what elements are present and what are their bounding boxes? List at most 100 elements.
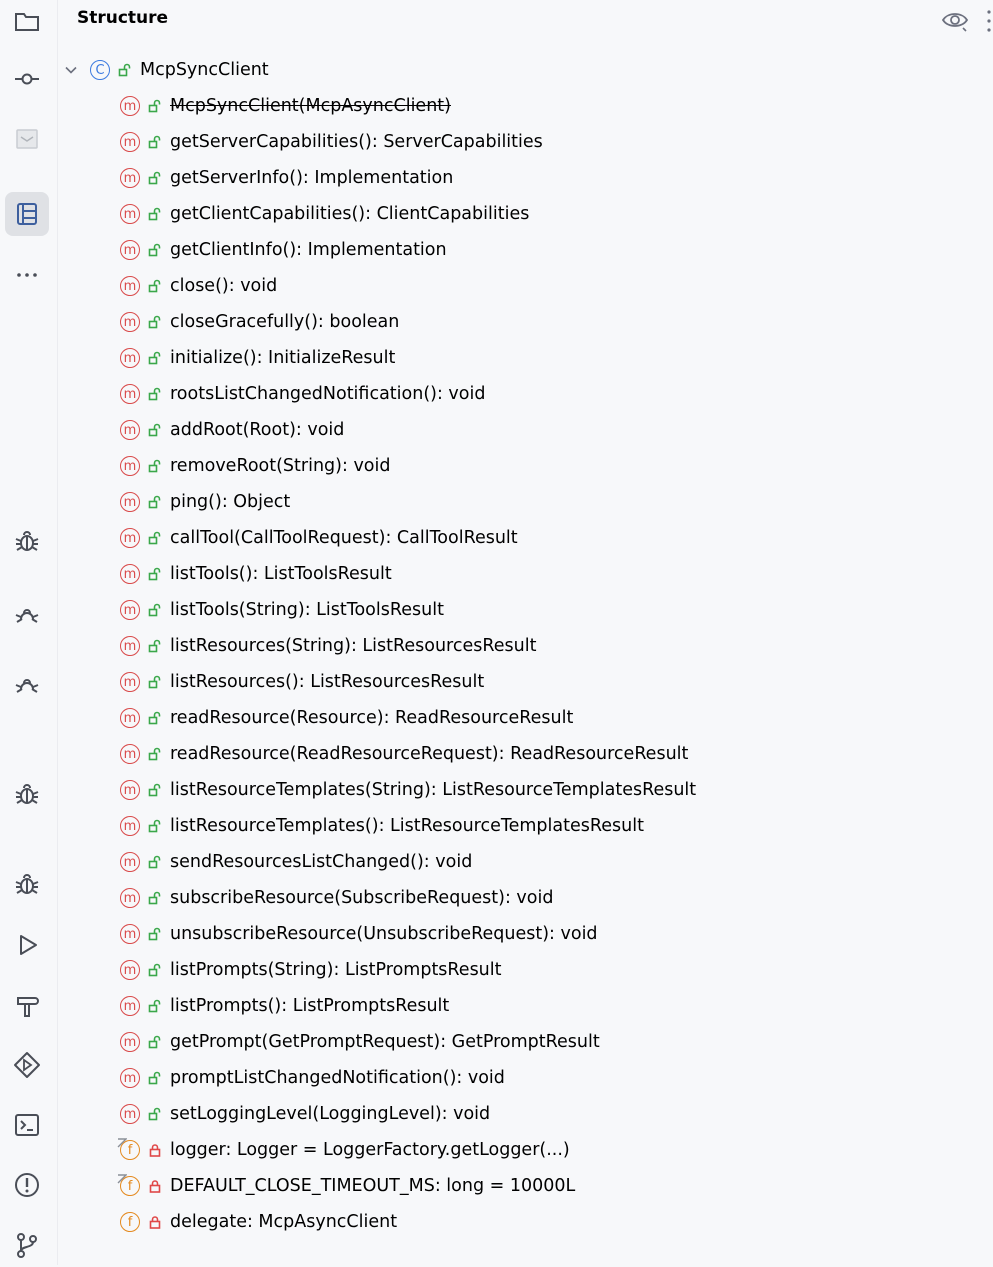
tree-node-method[interactable]: m listPrompts(String): ListPromptsResult <box>120 952 502 988</box>
method-icon: m <box>120 852 140 872</box>
problems-button[interactable] <box>5 1163 49 1207</box>
method-icon: m <box>120 996 140 1016</box>
bug-half-icon <box>15 679 39 693</box>
tree-node-label: McpSyncClient <box>140 60 269 80</box>
tree-node-method[interactable]: m listTools(): ListToolsResult <box>120 556 392 592</box>
tree-node-label: initialize(): InitializeResult <box>170 348 396 368</box>
public-unlock-icon <box>148 783 161 797</box>
method-icon: m <box>120 816 140 836</box>
services-button[interactable] <box>5 1043 49 1087</box>
tree-node-method[interactable]: m listResourceTemplates(): ListResourceTe… <box>120 808 644 844</box>
tree-node-method[interactable]: m getClientInfo(): Implementation <box>120 232 447 268</box>
tree-node-method[interactable]: m listPrompts(): ListPromptsResult <box>120 988 449 1024</box>
tree-node-label: unsubscribeResource(UnsubscribeRequest):… <box>170 924 598 944</box>
tree-node-label: DEFAULT_CLOSE_TIMEOUT_MS: long = 10000L <box>170 1176 576 1196</box>
tree-node-label: listResourceTemplates(): ListResourceTem… <box>170 816 644 836</box>
terminal-button[interactable] <box>5 1103 49 1147</box>
public-unlock-icon <box>148 891 161 905</box>
structure-button[interactable] <box>5 192 49 236</box>
static-field-icon: f <box>117 1174 140 1196</box>
public-unlock-icon <box>148 351 161 365</box>
tree-node-method[interactable]: m addRoot(Root): void <box>120 412 344 448</box>
kebab-icon[interactable] <box>986 8 992 34</box>
terminal-icon <box>15 1114 39 1136</box>
tree-node-label: listResourceTemplates(String): ListResou… <box>170 780 697 800</box>
method-icon: m <box>120 528 140 548</box>
public-unlock-icon <box>148 855 161 869</box>
tree-node-method[interactable]: m getServerCapabilities(): ServerCapabili… <box>120 124 543 160</box>
tree-node-method[interactable]: m removeRoot(String): void <box>120 448 390 484</box>
eye-icon[interactable] <box>941 8 969 32</box>
tree-node-label: getServerInfo(): Implementation <box>170 168 454 188</box>
tree-node-label: McpSyncClient(McpAsyncClient) <box>170 96 451 116</box>
tree-node-method[interactable]: m getClientCapabilities(): ClientCapabili… <box>120 196 529 232</box>
tree-node-method[interactable]: m getServerInfo(): Implementation <box>120 160 453 196</box>
tree-node-method[interactable]: m initialize(): InitializeResult <box>120 340 395 376</box>
git-branch-button[interactable] <box>5 1223 49 1267</box>
tree-node-label: closeGracefully(): boolean <box>170 312 400 332</box>
tree-node-method[interactable]: m listResources(String): ListResourcesRes… <box>120 628 536 664</box>
tree-node-method[interactable]: m listTools(String): ListToolsResult <box>120 592 444 628</box>
method-icon: m <box>120 240 140 260</box>
method-icon: m <box>120 1104 140 1124</box>
tree-node-label: rootsListChangedNotification(): void <box>170 384 486 404</box>
tree-node-class[interactable]: C McpSyncClient <box>64 52 269 88</box>
chevron-down-icon[interactable] <box>64 63 78 77</box>
bug-button[interactable] <box>5 773 49 817</box>
tree-node-method[interactable]: m rootsListChangedNotification(): void <box>120 376 485 412</box>
public-unlock-icon <box>148 423 161 437</box>
tree-node-label: getClientInfo(): Implementation <box>170 240 447 260</box>
method-icon: m <box>120 492 140 512</box>
method-icon: m <box>120 1068 140 1088</box>
tree-node-field[interactable]: f delegate: McpAsyncClient <box>120 1204 397 1240</box>
public-unlock-icon <box>148 639 161 653</box>
run-button[interactable] <box>5 923 49 967</box>
tree-node-label: listResources(String): ListResourcesResu… <box>170 636 537 656</box>
tree-node-label: readResource(Resource): ReadResourceResu… <box>170 708 574 728</box>
tree-node-label: callTool(CallToolRequest): CallToolResul… <box>170 528 518 548</box>
tree-node-label: listTools(String): ListToolsResult <box>170 600 444 620</box>
method-icon: m <box>120 672 140 692</box>
method-icon: m <box>120 924 140 944</box>
tree-node-method[interactable]: m callTool(CallToolRequest): CallToolResu… <box>120 520 518 556</box>
folder-button[interactable] <box>5 0 49 44</box>
public-unlock-icon <box>148 135 161 149</box>
tree-node-method[interactable]: m unsubscribeResource(UnsubscribeRequest)… <box>120 916 598 952</box>
tree-node-method[interactable]: m readResource(ReadResourceRequest): Read… <box>120 736 688 772</box>
method-icon: m <box>120 276 140 296</box>
method-icon: m <box>120 960 140 980</box>
tree-node-method[interactable]: m close(): void <box>120 268 277 304</box>
bug-button[interactable] <box>5 520 49 564</box>
bug-half-button[interactable] <box>5 592 49 636</box>
bug-button[interactable] <box>5 863 49 907</box>
tree-node-method[interactable]: m getPrompt(GetPromptRequest): GetPromptR… <box>120 1024 600 1060</box>
tree-node-method[interactable]: m listResourceTemplates(String): ListReso… <box>120 772 696 808</box>
tree-node-method[interactable]: m readResource(Resource): ReadResourceRes… <box>120 700 573 736</box>
method-icon: m <box>120 564 140 584</box>
method-icon: m <box>120 888 140 908</box>
tree-node-method[interactable]: m subscribeResource(SubscribeRequest): vo… <box>120 880 553 916</box>
commit-button[interactable] <box>5 57 49 101</box>
tree-node-method[interactable]: m McpSyncClient(McpAsyncClient) <box>120 88 451 124</box>
tree-node-method[interactable]: m listResources(): ListResourcesResult <box>120 664 484 700</box>
tree-node-method[interactable]: m ping(): Object <box>120 484 290 520</box>
image-button[interactable] <box>5 117 49 161</box>
tree-node-label: listResources(): ListResourcesResult <box>170 672 485 692</box>
bug-icon <box>15 874 39 894</box>
tree-node-method[interactable]: m sendResourcesListChanged(): void <box>120 844 472 880</box>
hammer-button[interactable] <box>5 983 49 1027</box>
public-unlock-icon <box>148 927 161 941</box>
tree-node-method[interactable]: m setLoggingLevel(LoggingLevel): void <box>120 1096 490 1132</box>
method-icon: m <box>120 708 140 728</box>
public-unlock-icon <box>118 63 131 77</box>
public-unlock-icon <box>148 387 161 401</box>
more-horizontal-button[interactable] <box>5 253 49 297</box>
tree-node-field[interactable]: f DEFAULT_CLOSE_TIMEOUT_MS: long = 10000L <box>117 1168 576 1204</box>
public-unlock-icon <box>148 459 161 473</box>
tree-node-method[interactable]: m closeGracefully(): boolean <box>120 304 399 340</box>
static-marker-icon <box>117 1174 127 1184</box>
method-icon: m <box>120 600 140 620</box>
bug-half-button[interactable] <box>5 662 49 706</box>
tree-node-method[interactable]: m promptListChangedNotification(): void <box>120 1060 505 1096</box>
tree-node-field[interactable]: f logger: Logger = LoggerFactory.getLogge… <box>117 1132 570 1168</box>
